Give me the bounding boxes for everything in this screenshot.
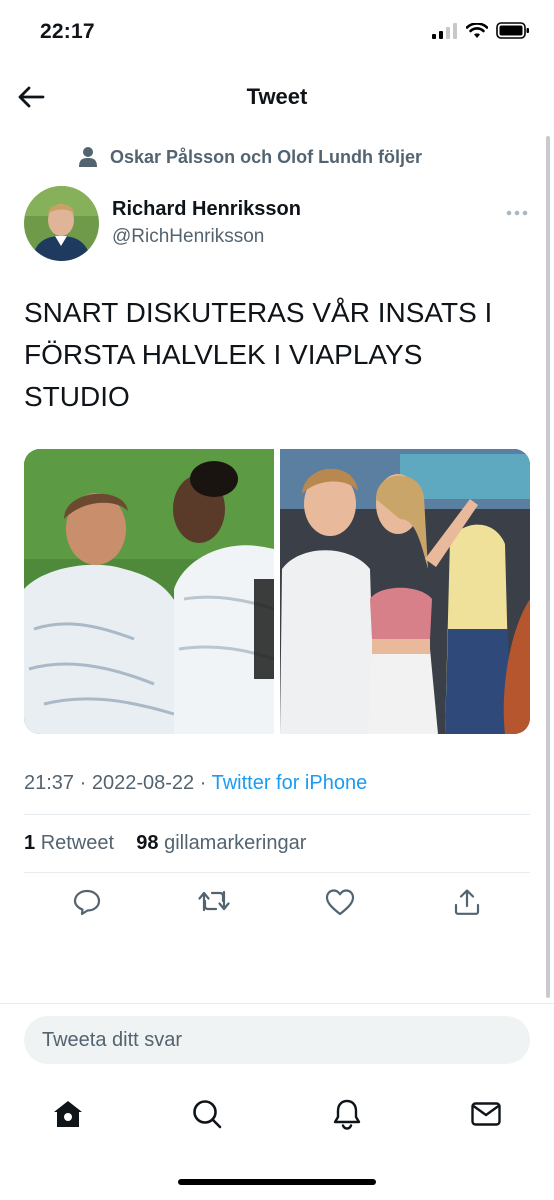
more-icon [506,210,528,216]
tweet-date: 2022-08-22 [91,772,195,794]
social-context-text: Oskar Pålsson och Olof Lundh följer [110,146,423,167]
tweet-time: 21:37 [24,772,75,794]
reply-icon [73,889,101,916]
share-icon [454,889,480,915]
avatar[interactable] [24,186,99,261]
tweet-source-link[interactable]: Twitter for iPhone [212,772,368,794]
retweets-count: 1 [24,832,36,854]
divider [24,814,530,815]
tab-home[interactable] [30,1092,106,1136]
page-title: Tweet [246,84,308,109]
likes-label: gillamarkeringar [164,832,307,854]
tab-search[interactable] [169,1092,245,1136]
home-indicator[interactable] [178,1179,376,1185]
meta-separator: · [194,772,212,794]
reply-button[interactable] [40,888,134,916]
tweet-actions [40,888,514,916]
bell-icon [333,1099,360,1130]
home-icon [54,1101,82,1127]
tab-messages[interactable] [448,1092,524,1136]
signal-icon [432,22,457,39]
social-context[interactable]: Oskar Pålsson och Olof Lundh följer [78,146,422,168]
retweets-stat[interactable]: 1 Retweet [24,832,114,854]
more-button[interactable] [506,196,528,222]
likes-count: 98 [136,832,159,854]
like-button[interactable] [293,888,387,916]
scrollbar[interactable] [546,136,550,998]
retweet-button[interactable] [167,888,261,916]
retweet-icon [198,890,230,912]
divider [0,1003,554,1004]
tweet-media[interactable] [24,449,530,734]
person-icon [79,147,97,167]
share-button[interactable] [420,888,514,916]
reply-input[interactable]: Tweeta ditt svar [24,1016,530,1064]
mail-icon [471,1102,501,1126]
status-icons [432,22,530,39]
meta-separator: · [74,772,92,794]
retweets-label: Retweet [40,832,115,854]
heart-icon [326,889,355,916]
status-time: 22:17 [40,20,95,43]
battery-icon [496,22,529,39]
likes-stat[interactable]: 98 gillamarkeringar [136,832,306,854]
tweet-stats: 1 Retweet 98 gillamarkeringar [24,832,306,855]
divider [24,872,530,873]
tweet-image-2[interactable] [280,449,530,734]
author-handle[interactable]: @RichHenriksson [112,226,264,248]
search-icon [193,1100,222,1129]
reply-placeholder: Tweeta ditt svar [42,1028,183,1051]
tweet-text: SNART DISKUTERAS VÅR INSATS I FÖRSTA HAL… [24,297,493,412]
wifi-icon [466,22,488,38]
tab-bar [30,1092,524,1136]
tweet-image-1[interactable] [24,449,275,734]
author-name[interactable]: Richard Henriksson [112,198,301,221]
tweet-meta: 21:37 · 2022-08-22 · Twitter for iPhone [24,772,367,795]
tab-notifications[interactable] [309,1092,385,1136]
